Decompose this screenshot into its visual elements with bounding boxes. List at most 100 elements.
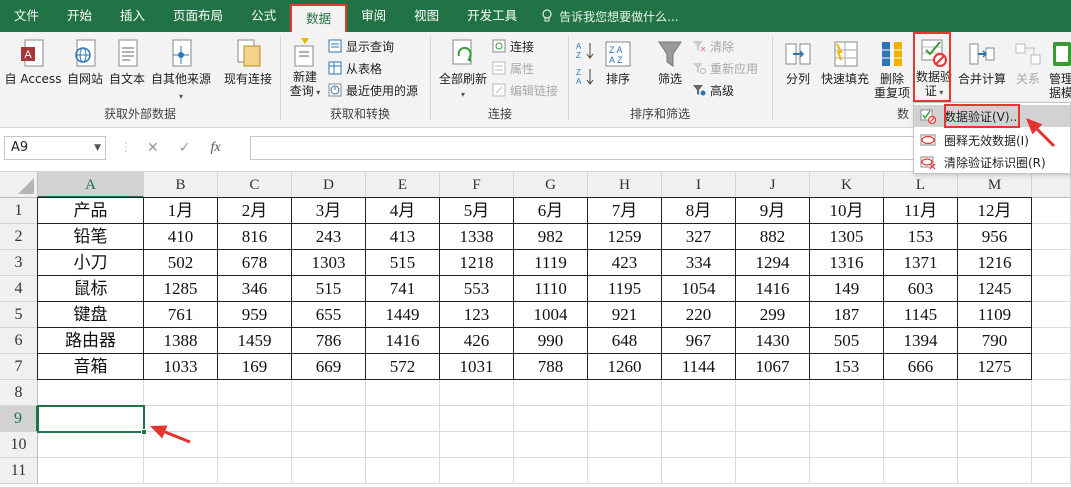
empty-cell[interactable] xyxy=(1032,302,1071,328)
connections-button[interactable]: 连接 xyxy=(492,36,534,56)
table-cell[interactable]: 761 xyxy=(144,302,218,328)
table-cell[interactable]: 8月 xyxy=(662,198,736,224)
table-cell[interactable]: 603 xyxy=(884,276,958,302)
table-cell[interactable]: 1430 xyxy=(736,328,810,354)
table-cell[interactable]: 153 xyxy=(884,224,958,250)
empty-cell[interactable] xyxy=(292,458,366,484)
empty-cell[interactable] xyxy=(588,380,662,406)
table-cell[interactable]: 669 xyxy=(292,354,366,380)
table-cell[interactable]: 410 xyxy=(144,224,218,250)
table-cell[interactable]: 967 xyxy=(662,328,736,354)
table-cell[interactable]: 678 xyxy=(218,250,292,276)
advanced-filter-button[interactable]: 高级 xyxy=(692,80,734,100)
row-header[interactable]: 4 xyxy=(0,276,38,302)
insert-function-icon[interactable]: fx xyxy=(210,140,220,156)
table-cell[interactable]: 1305 xyxy=(810,224,884,250)
table-cell[interactable]: 1394 xyxy=(884,328,958,354)
table-cell[interactable]: 1303 xyxy=(292,250,366,276)
empty-cell[interactable] xyxy=(736,380,810,406)
table-cell[interactable]: 路由器 xyxy=(38,328,144,354)
consolidate-button[interactable]: 合并计算 xyxy=(956,38,1008,86)
empty-cell[interactable] xyxy=(218,458,292,484)
existing-connections-button[interactable]: 现有连接 xyxy=(220,38,276,86)
empty-cell[interactable] xyxy=(662,458,736,484)
table-cell[interactable]: 音箱 xyxy=(38,354,144,380)
empty-cell[interactable] xyxy=(514,406,588,432)
empty-cell[interactable] xyxy=(1032,328,1071,354)
table-cell[interactable]: 243 xyxy=(292,224,366,250)
enter-icon[interactable]: ✓ xyxy=(179,140,191,156)
table-cell[interactable]: 1004 xyxy=(514,302,588,328)
table-cell[interactable]: 123 xyxy=(440,302,514,328)
table-cell[interactable]: 959 xyxy=(218,302,292,328)
empty-cell[interactable] xyxy=(218,380,292,406)
sort-button[interactable]: Z AA Z 排序 xyxy=(600,38,636,86)
tab-8[interactable]: 开发工具 xyxy=(453,0,531,32)
reapply-button[interactable]: 重新应用 xyxy=(692,58,758,78)
row-header[interactable]: 7 xyxy=(0,354,38,380)
table-cell[interactable]: 1371 xyxy=(884,250,958,276)
tab-2[interactable]: 插入 xyxy=(106,0,159,32)
table-cell[interactable]: 1031 xyxy=(440,354,514,380)
table-cell[interactable]: 10月 xyxy=(810,198,884,224)
column-header[interactable]: F xyxy=(440,172,514,198)
cancel-icon[interactable]: ✕ xyxy=(147,140,159,156)
empty-cell[interactable] xyxy=(810,432,884,458)
column-header[interactable]: D xyxy=(292,172,366,198)
table-cell[interactable]: 1195 xyxy=(588,276,662,302)
empty-cell[interactable] xyxy=(440,432,514,458)
table-cell[interactable]: 1260 xyxy=(588,354,662,380)
table-cell[interactable]: 铅笔 xyxy=(38,224,144,250)
row-header[interactable]: 10 xyxy=(0,432,38,458)
table-cell[interactable]: 2月 xyxy=(218,198,292,224)
table-cell[interactable]: 786 xyxy=(292,328,366,354)
empty-cell[interactable] xyxy=(588,432,662,458)
table-cell[interactable]: 346 xyxy=(218,276,292,302)
refresh-all-button[interactable]: 全部刷新 ▾ xyxy=(436,38,490,102)
table-cell[interactable]: 1416 xyxy=(736,276,810,302)
empty-cell[interactable] xyxy=(38,432,144,458)
empty-cell[interactable] xyxy=(366,458,440,484)
column-header[interactable] xyxy=(1032,172,1071,198)
empty-cell[interactable] xyxy=(144,458,218,484)
selected-cell-outline[interactable] xyxy=(37,405,147,435)
table-cell[interactable]: 7月 xyxy=(588,198,662,224)
table-cell[interactable]: 956 xyxy=(958,224,1032,250)
empty-cell[interactable] xyxy=(1032,380,1071,406)
column-header[interactable]: H xyxy=(588,172,662,198)
filter-button[interactable]: 筛选 xyxy=(652,38,688,86)
table-cell[interactable]: 1145 xyxy=(884,302,958,328)
table-cell[interactable]: 1259 xyxy=(588,224,662,250)
table-cell[interactable]: 3月 xyxy=(292,198,366,224)
table-cell[interactable]: 334 xyxy=(662,250,736,276)
tab-7[interactable]: 视图 xyxy=(400,0,453,32)
tab-0[interactable]: 文件 xyxy=(0,0,53,32)
chevron-down-icon[interactable]: ▼ xyxy=(94,137,101,159)
table-cell[interactable]: 产品 xyxy=(38,198,144,224)
flash-fill-button[interactable]: 快速填充 xyxy=(818,38,872,86)
empty-cell[interactable] xyxy=(1032,276,1071,302)
table-cell[interactable]: 1416 xyxy=(366,328,440,354)
table-cell[interactable]: 187 xyxy=(810,302,884,328)
empty-cell[interactable] xyxy=(144,432,218,458)
table-cell[interactable]: 426 xyxy=(440,328,514,354)
table-cell[interactable]: 220 xyxy=(662,302,736,328)
empty-cell[interactable] xyxy=(884,380,958,406)
table-cell[interactable]: 1144 xyxy=(662,354,736,380)
fill-handle[interactable] xyxy=(141,429,147,435)
empty-cell[interactable] xyxy=(810,380,884,406)
table-cell[interactable]: 790 xyxy=(958,328,1032,354)
empty-cell[interactable] xyxy=(440,458,514,484)
table-cell[interactable]: 413 xyxy=(366,224,440,250)
empty-cell[interactable] xyxy=(884,458,958,484)
empty-cell[interactable] xyxy=(218,406,292,432)
new-query-button[interactable]: 新建 查询 ▾ xyxy=(284,36,326,100)
empty-cell[interactable] xyxy=(440,380,514,406)
menu-item-circle-invalid[interactable]: 圈释无效数据(I) xyxy=(914,129,1070,151)
table-cell[interactable]: 4月 xyxy=(366,198,440,224)
empty-cell[interactable] xyxy=(588,406,662,432)
column-header[interactable]: A xyxy=(38,172,144,198)
from-access-button[interactable]: A 自 Access xyxy=(4,38,62,86)
table-cell[interactable]: 鼠标 xyxy=(38,276,144,302)
table-cell[interactable]: 666 xyxy=(884,354,958,380)
